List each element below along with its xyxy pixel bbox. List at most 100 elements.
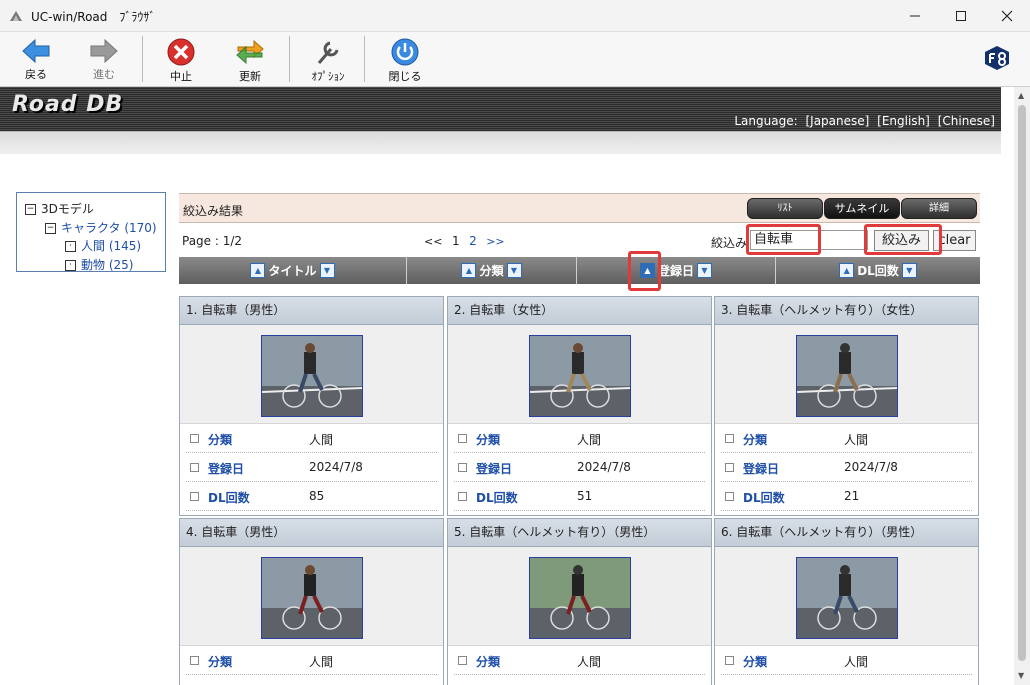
language-link-japanese[interactable]: [Japanese] bbox=[805, 114, 869, 128]
language-link-english[interactable]: [English] bbox=[877, 114, 930, 128]
thumbnail-image[interactable] bbox=[261, 335, 363, 417]
checkbox[interactable] bbox=[190, 656, 199, 665]
checkbox[interactable] bbox=[190, 463, 199, 472]
sort-desc-icon[interactable]: ▼ bbox=[697, 263, 712, 278]
back-button[interactable]: 戻る bbox=[8, 35, 64, 83]
tree-animal-link[interactable]: 動物 (25) bbox=[81, 258, 133, 272]
date-label[interactable]: 登録日 bbox=[476, 460, 512, 477]
property-row: 分類 人間 bbox=[721, 424, 972, 453]
sort-asc-icon[interactable]: ▲ bbox=[839, 263, 855, 278]
result-card[interactable]: 4. 自転車（男性） 分類 人間 bbox=[179, 518, 444, 685]
thumbnail-image[interactable] bbox=[529, 557, 631, 639]
toolbar-separator bbox=[289, 36, 290, 82]
sort-asc-icon[interactable]: ▲ bbox=[250, 263, 266, 278]
options-label: ｵﾌﾟｼｮﾝ bbox=[311, 70, 345, 83]
pager-prev[interactable]: << bbox=[424, 235, 442, 248]
category-label[interactable]: 分類 bbox=[208, 431, 232, 448]
forward-arrow-icon bbox=[90, 38, 118, 64]
checkbox[interactable] bbox=[458, 492, 467, 501]
tree-human-link[interactable]: 人間 (145) bbox=[81, 239, 141, 253]
tree-node-3d-models[interactable]: −3Dモデル bbox=[25, 200, 94, 217]
cyclist-thumbnail-icon bbox=[262, 336, 362, 416]
category-label[interactable]: 分類 bbox=[476, 653, 500, 670]
stop-button[interactable]: 中止 bbox=[153, 35, 209, 83]
card-title[interactable]: 3. 自転車（ヘルメット有り）（女性） bbox=[715, 297, 978, 325]
checkbox[interactable] bbox=[725, 492, 734, 501]
scrollbar-thumb[interactable] bbox=[1018, 105, 1026, 661]
sort-desc-icon[interactable]: ▼ bbox=[901, 263, 917, 278]
thumbnail-image[interactable] bbox=[529, 335, 631, 417]
category-value: 人間 bbox=[844, 433, 869, 447]
power-icon bbox=[391, 38, 419, 66]
downloads-label[interactable]: DL回数 bbox=[743, 489, 785, 506]
downloads-label[interactable]: DL回数 bbox=[208, 489, 250, 506]
sort-title-label: タイトル bbox=[268, 264, 317, 278]
view-list-button[interactable]: ﾘｽﾄ bbox=[747, 198, 823, 219]
tree-node-animal[interactable]: · 動物 (25) bbox=[65, 256, 133, 273]
checkbox[interactable] bbox=[458, 434, 467, 443]
card-title[interactable]: 5. 自転車（ヘルメット有り）（男性） bbox=[448, 519, 711, 547]
pager-page-2[interactable]: 2 bbox=[469, 234, 477, 248]
checkbox[interactable] bbox=[190, 434, 199, 443]
checkbox[interactable] bbox=[725, 434, 734, 443]
tree-character-link[interactable]: キャラクタ (170) bbox=[61, 221, 157, 235]
view-thumbnail-button[interactable]: サムネイル bbox=[824, 198, 900, 219]
collapse-icon[interactable]: − bbox=[45, 223, 56, 234]
pager-next[interactable]: >> bbox=[486, 235, 504, 248]
stop-icon bbox=[167, 38, 195, 66]
scroll-up-icon[interactable]: ▲ bbox=[1018, 91, 1024, 100]
minimize-button[interactable] bbox=[892, 0, 938, 31]
category-label[interactable]: 分類 bbox=[476, 431, 500, 448]
refresh-button[interactable]: 更新 bbox=[222, 35, 278, 83]
property-row: 分類 人間 bbox=[721, 646, 972, 675]
result-card[interactable]: 5. 自転車（ヘルメット有り）（男性） 分類 人間 bbox=[447, 518, 712, 685]
vertical-scrollbar[interactable]: ▲ ▼ bbox=[1014, 87, 1030, 685]
checkbox[interactable] bbox=[725, 463, 734, 472]
downloads-label[interactable]: DL回数 bbox=[476, 489, 518, 506]
forward-button[interactable]: 進む bbox=[76, 35, 132, 83]
thumbnail-image[interactable] bbox=[261, 557, 363, 639]
sort-asc-icon[interactable]: ▲ bbox=[461, 263, 477, 278]
date-label[interactable]: 登録日 bbox=[743, 460, 779, 477]
checkbox[interactable] bbox=[725, 656, 734, 665]
category-label[interactable]: 分類 bbox=[208, 653, 232, 670]
category-label[interactable]: 分類 bbox=[743, 431, 767, 448]
result-card[interactable]: 1. 自転車（男性） 分類 人間 登録日 2024/7/8 DL回数 85 bbox=[179, 296, 444, 516]
options-button[interactable]: ｵﾌﾟｼｮﾝ bbox=[300, 35, 356, 83]
card-title[interactable]: 6. 自転車（ヘルメット有り）（男性） bbox=[715, 519, 978, 547]
downloads-value: 51 bbox=[577, 489, 593, 503]
downloads-value: 85 bbox=[309, 489, 325, 503]
results-title: 絞込み結果 bbox=[183, 204, 244, 218]
checkbox[interactable] bbox=[458, 656, 467, 665]
cyclist-thumbnail-icon bbox=[262, 558, 362, 638]
scroll-down-icon[interactable]: ▼ bbox=[1018, 671, 1024, 680]
tree-node-human[interactable]: · 人間 (145) bbox=[65, 237, 141, 254]
date-value: 2024/7/8 bbox=[577, 460, 631, 474]
language-link-chinese[interactable]: [Chinese] bbox=[938, 114, 995, 128]
sort-column-title: ▲ タイトル ▼ bbox=[179, 257, 407, 284]
pager-page-1[interactable]: 1 bbox=[452, 234, 460, 248]
checkbox[interactable] bbox=[190, 492, 199, 501]
result-card[interactable]: 3. 自転車（ヘルメット有り）（女性） 分類 人間 登録日 2024/7/8 DL回… bbox=[714, 296, 979, 516]
card-title[interactable]: 2. 自転車（女性） bbox=[448, 297, 711, 325]
close-window-button[interactable] bbox=[984, 0, 1030, 31]
date-label[interactable]: 登録日 bbox=[208, 460, 244, 477]
collapse-icon[interactable]: − bbox=[25, 204, 36, 215]
card-title[interactable]: 4. 自転車（男性） bbox=[180, 519, 443, 547]
header-band bbox=[0, 131, 1001, 154]
sort-desc-icon[interactable]: ▼ bbox=[319, 263, 335, 278]
tree-node-character[interactable]: − キャラクタ (170) bbox=[45, 219, 157, 236]
close-button[interactable]: 閉じる bbox=[377, 35, 433, 83]
thumbnail-image[interactable] bbox=[796, 335, 898, 417]
category-label[interactable]: 分類 bbox=[743, 653, 767, 670]
card-title[interactable]: 1. 自転車（男性） bbox=[180, 297, 443, 325]
sort-desc-icon[interactable]: ▼ bbox=[506, 263, 522, 278]
close-label: 閉じる bbox=[388, 70, 422, 83]
checkbox[interactable] bbox=[458, 463, 467, 472]
cyclist-thumbnail-icon bbox=[797, 558, 897, 638]
thumbnail-image[interactable] bbox=[796, 557, 898, 639]
result-card[interactable]: 6. 自転車（ヘルメット有り）（男性） 分類 人間 bbox=[714, 518, 979, 685]
result-card[interactable]: 2. 自転車（女性） 分類 人間 登録日 2024/7/8 DL回数 51 bbox=[447, 296, 712, 516]
view-detail-button[interactable]: 詳細 bbox=[901, 198, 977, 219]
maximize-button[interactable] bbox=[938, 0, 984, 31]
